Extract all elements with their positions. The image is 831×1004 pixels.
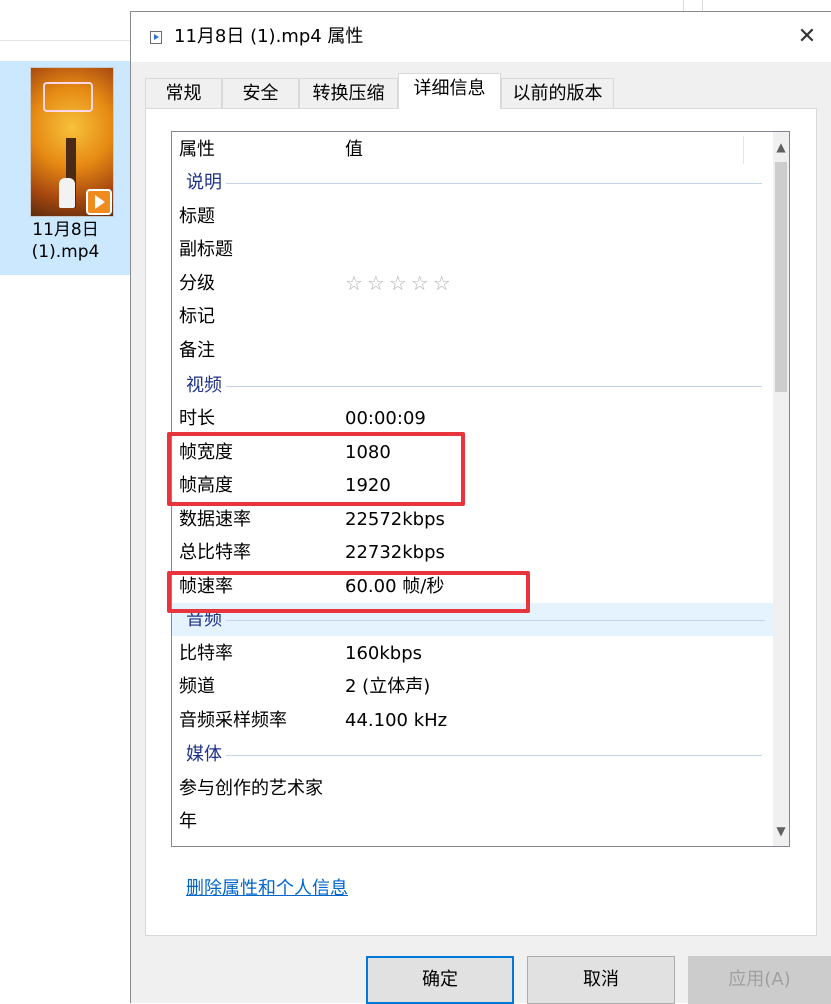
cancel-button[interactable]: 取消 (527, 956, 675, 1004)
details-panel: 属性 值 说明 标题 副标题 分级 ☆☆☆☆☆ 标记 备注 视频 时长 00:0… (145, 108, 817, 936)
header-value[interactable]: 值 (345, 132, 363, 168)
property-name: 时长 (179, 408, 215, 429)
property-row[interactable]: 分级 ☆☆☆☆☆ (172, 267, 770, 300)
property-row[interactable]: 标记 (172, 300, 770, 333)
group-divider (186, 386, 762, 387)
property-name: 标记 (179, 306, 215, 327)
scroll-down-icon[interactable]: ▼ (773, 820, 789, 842)
property-name: 比特率 (179, 643, 233, 664)
property-name: 参与创作的艺术家 (179, 778, 323, 799)
property-value: 22572kbps (345, 509, 445, 530)
highlight-frame-rate (167, 571, 530, 613)
group-divider (186, 620, 765, 621)
property-name: 频道 (179, 676, 215, 697)
tab-previous-versions[interactable]: 以前的版本 (501, 78, 614, 108)
properties-dialog: 11月8日 (1).mp4 属性 ✕ 常规 安全 转换压缩 详细信息 以前的版本… (130, 11, 831, 1004)
group-label: 视频 (186, 369, 226, 402)
group-description: 说明 (172, 166, 770, 199)
tab-security[interactable]: 安全 (222, 78, 299, 108)
property-name: 备注 (179, 340, 215, 361)
video-play-icon (86, 189, 112, 215)
scrollbar-thumb[interactable] (775, 162, 787, 392)
list-header: 属性 值 (172, 132, 770, 168)
rating-stars[interactable]: ☆☆☆☆☆ (345, 267, 455, 300)
property-row[interactable]: 数据速率 22572kbps (172, 503, 770, 536)
group-label: 媒体 (186, 738, 226, 771)
property-value: 160kbps (345, 643, 423, 664)
group-video: 视频 (172, 369, 770, 402)
header-separator[interactable] (743, 136, 744, 164)
thumbnail-frame (43, 82, 93, 112)
group-label: 说明 (186, 166, 226, 199)
property-name: 分级 (179, 273, 215, 294)
media-file-icon (150, 31, 162, 44)
property-row[interactable]: 备注 (172, 334, 770, 367)
group-divider (186, 183, 762, 184)
tab-details[interactable]: 详细信息 (398, 73, 501, 109)
highlight-frame-dimensions (167, 432, 465, 506)
property-row[interactable]: 副标题 (172, 233, 770, 266)
property-name: 标题 (179, 206, 215, 227)
dialog-titlebar[interactable]: 11月8日 (1).mp4 属性 ✕ (131, 12, 831, 62)
explorer-divider (0, 40, 130, 41)
property-row[interactable]: 年 (172, 805, 770, 838)
property-row[interactable]: 频道 2 (立体声) (172, 670, 770, 703)
file-name-line1: 11月8日 (32, 220, 99, 240)
ok-button[interactable]: 确定 (366, 956, 514, 1004)
property-value: 00:00:09 (345, 408, 426, 429)
property-row[interactable]: 比特率 160kbps (172, 637, 770, 670)
property-row[interactable]: 标题 (172, 200, 770, 233)
file-name: 11月8日 (1).mp4 (0, 219, 131, 263)
property-row[interactable]: 音频采样频率 44.100 kHz (172, 704, 770, 737)
property-name: 总比特率 (179, 542, 251, 563)
header-property[interactable]: 属性 (179, 132, 215, 168)
tab-conversion[interactable]: 转换压缩 (299, 78, 398, 108)
property-row[interactable]: 时长 00:00:09 (172, 402, 770, 435)
scroll-up-icon[interactable]: ▲ (773, 136, 789, 158)
apply-button[interactable]: 应用(A) (688, 956, 831, 1004)
property-row[interactable]: 参与创作的艺术家 (172, 772, 770, 805)
property-row[interactable]: 总比特率 22732kbps (172, 536, 770, 569)
property-name: 音频采样频率 (179, 710, 287, 731)
group-divider (186, 755, 762, 756)
vertical-scrollbar[interactable]: ▲ ▼ (773, 132, 789, 846)
property-value: 44.100 kHz (345, 710, 448, 731)
thumbnail-person (59, 178, 75, 208)
remove-properties-link[interactable]: 删除属性和个人信息 (186, 877, 348, 901)
file-name-line2: (1).mp4 (31, 242, 100, 262)
property-value: 22732kbps (345, 542, 445, 563)
tab-general[interactable]: 常规 (145, 78, 222, 108)
file-item-video[interactable]: 11月8日 (1).mp4 (0, 61, 131, 275)
dialog-title: 11月8日 (1).mp4 属性 (174, 26, 364, 47)
group-media: 媒体 (172, 738, 770, 771)
property-name: 副标题 (179, 239, 233, 260)
tab-bar: 常规 安全 转换压缩 详细信息 以前的版本 (145, 73, 831, 109)
property-value: 2 (立体声) (345, 676, 431, 697)
property-name: 数据速率 (179, 509, 251, 530)
close-icon[interactable]: ✕ (783, 20, 831, 54)
property-name: 年 (179, 811, 197, 832)
